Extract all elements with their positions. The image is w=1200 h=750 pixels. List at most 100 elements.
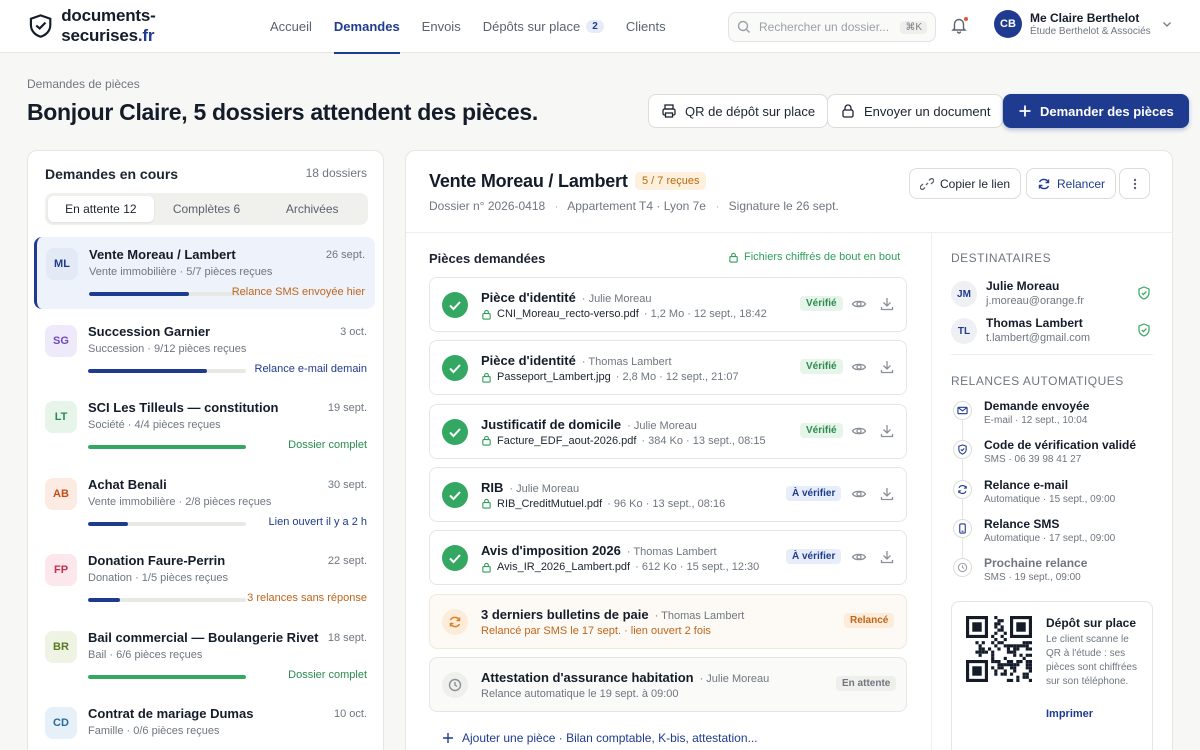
dossier-title: Vente Moreau / Lambert — [429, 171, 628, 191]
piece-file[interactable]: CNI_Moreau_recto-verso.pdf · 1,2 Mo · 12 … — [481, 308, 767, 320]
request-row[interactable]: SG Succession Garnier 3 oct. Succession … — [36, 314, 377, 386]
tab-en-attente[interactable]: En attente 12 — [48, 196, 154, 222]
divider — [951, 354, 1153, 355]
request-title: Succession Garnier — [88, 323, 211, 339]
piece-owner: · Julie Moreau — [581, 293, 652, 305]
request-row[interactable]: FP Donation Faure-Perrin 22 sept. Donati… — [36, 543, 377, 615]
piece-note: Relancé par SMS le 17 sept. · lien ouver… — [481, 624, 711, 637]
notifications-button[interactable] — [950, 16, 970, 36]
request-status: Dossier complet — [288, 668, 367, 681]
user-avatar: CB — [994, 10, 1022, 38]
request-title: Vente Moreau / Lambert — [89, 247, 236, 262]
recipient-avatar: TL — [951, 318, 977, 344]
divider-vertical — [931, 233, 932, 750]
piece-owner: · Julie Moreau — [699, 672, 770, 685]
send-document-button[interactable]: Envoyer un document — [827, 94, 1004, 128]
download-icon[interactable] — [879, 549, 895, 565]
eye-icon[interactable] — [851, 359, 867, 375]
eye-icon[interactable] — [851, 296, 867, 312]
request-row[interactable]: CD Contrat de mariage Dumas 10 oct. Fami… — [36, 696, 377, 750]
check-circle-icon — [442, 481, 468, 508]
breadcrumb: Demandes de pièces — [27, 77, 140, 91]
timeline-event: Relance SMS Automatique · 17 sept., 09:0… — [951, 517, 1151, 557]
piece-owner: · Julie Moreau — [627, 419, 697, 432]
check-circle-icon — [442, 355, 468, 382]
download-icon[interactable] — [879, 486, 895, 502]
recipient[interactable]: TL Thomas Lambert t.lambert@gmail.com — [951, 316, 1151, 354]
eye-icon[interactable] — [851, 423, 867, 439]
piece-file[interactable]: Facture_EDF_aout-2026.pdf · 384 Ko · 13 s… — [481, 435, 766, 447]
piece-name: 3 derniers bulletins de paie · Thomas Lam… — [481, 606, 745, 622]
request-row[interactable]: AB Achat Benali 30 sept. Vente immobiliè… — [36, 467, 377, 539]
more-options-button[interactable] — [1119, 168, 1150, 199]
qr-code-image[interactable] — [966, 616, 1032, 682]
user-firm: Étude Berthelot & Associés — [1030, 26, 1151, 37]
piece-status-badge: Relancé — [844, 612, 895, 628]
top-bar: documents-securises.fr Accueil Demandes … — [0, 0, 1200, 54]
timeline-event: Demande envoyée E-mail · 12 sept., 10:04 — [951, 399, 1151, 439]
progress-fill — [88, 445, 246, 449]
tab-archivees[interactable]: Archivées — [259, 196, 365, 222]
user-menu[interactable]: CB Me Claire Berthelot Étude Berthelot &… — [994, 10, 1173, 38]
request-subtitle: Bail · 6/6 pièces reçues — [88, 648, 203, 661]
piece-name: RIB · Julie Moreau — [481, 479, 580, 495]
request-row[interactable]: LT SCI Les Tilleuls — constitution 19 se… — [36, 390, 377, 462]
refresh-icon — [958, 484, 967, 494]
timeline-event-meta: Automatique · 15 sept., 09:00 — [984, 493, 1116, 505]
piece-item[interactable]: Justificatif de domicile · Julie Moreau F… — [429, 403, 907, 459]
request-date: 18 sept. — [327, 631, 367, 644]
recipient-name: Julie Moreau — [986, 279, 1060, 293]
request-row[interactable]: ML Vente Moreau / Lambert 26 sept. Vente… — [34, 237, 375, 309]
request-date: 30 sept. — [327, 478, 367, 491]
eye-icon[interactable] — [851, 486, 867, 502]
print-link[interactable]: Imprimer — [1046, 708, 1093, 720]
add-piece-link[interactable]: Ajouter une pièce · Bilan comptable, K-b… — [442, 731, 758, 745]
piece-item[interactable]: Attestation d'assurance habitation · Juli… — [429, 656, 907, 712]
tab-completes[interactable]: Complètes 6 — [154, 196, 260, 222]
piece-item[interactable]: Pièce d'identité · Thomas Lambert Passepo… — [429, 340, 907, 396]
nav-envois[interactable]: Envois — [411, 0, 472, 53]
request-pieces-button[interactable]: Demander des pièces — [1003, 94, 1189, 128]
nav-depots[interactable]: Dépôts sur place 2 — [472, 0, 615, 53]
nav-demandes[interactable]: Demandes — [323, 0, 411, 54]
progress-fill — [88, 674, 246, 679]
timeline-dot — [953, 440, 972, 460]
clock-icon — [957, 563, 968, 573]
brand-logo[interactable]: documents-securises.fr — [28, 6, 243, 46]
recipient-email: j.moreau@orange.fr — [986, 295, 1084, 307]
search-input[interactable]: Rechercher un dossier... ⌘K — [728, 12, 936, 42]
progress-bar — [89, 292, 247, 296]
client-avatar: FP — [45, 554, 77, 586]
piece-file[interactable]: RIB_CreditMutuel.pdf · 96 Ko · 13 sept., … — [481, 498, 725, 510]
piece-file[interactable]: Avis_IR_2026_Lambert.pdf · 612 Ko · 15 se… — [481, 561, 759, 573]
piece-file[interactable]: Passeport_Lambert.jpg · 2,8 Mo · 12 sept.… — [481, 371, 739, 383]
download-icon[interactable] — [879, 359, 895, 375]
piece-status-icon — [442, 355, 468, 382]
piece-item[interactable]: Pièce d'identité · Julie Moreau CNI_Morea… — [429, 277, 907, 332]
request-status: Dossier complet — [288, 439, 367, 451]
relaunch-button[interactable]: Relancer — [1026, 168, 1117, 199]
piece-status-icon — [442, 481, 468, 508]
qr-deposit-button[interactable]: QR de dépôt sur place — [648, 94, 829, 128]
progress-bar — [88, 598, 246, 602]
timeline-dot — [953, 401, 972, 420]
mail-icon — [957, 406, 968, 415]
printer-icon — [662, 104, 676, 118]
nav-clients[interactable]: Clients — [615, 0, 677, 53]
dossier-panel: Vente Moreau / Lambert 5 / 7 reçues Doss… — [405, 150, 1173, 750]
shield-check-icon — [1138, 323, 1150, 337]
recipient[interactable]: JM Julie Moreau j.moreau@orange.fr — [951, 279, 1151, 317]
client-avatar: CD — [45, 707, 77, 739]
download-icon[interactable] — [879, 423, 895, 439]
nav-accueil[interactable]: Accueil — [259, 0, 323, 53]
request-date: 3 oct. — [340, 325, 367, 338]
piece-item[interactable]: Avis d'imposition 2026 · Thomas Lambert A… — [429, 530, 907, 586]
copy-link-button[interactable]: Copier le lien — [909, 168, 1022, 199]
encryption-note: Fichiers chiffrés de bout en bout — [728, 251, 900, 263]
piece-item[interactable]: 3 derniers bulletins de paie · Thomas Lam… — [429, 593, 907, 649]
eye-icon[interactable] — [851, 549, 867, 565]
piece-item[interactable]: RIB · Julie Moreau RIB_CreditMutuel.pdf · … — [429, 466, 907, 522]
download-icon[interactable] — [879, 296, 895, 312]
request-row[interactable]: BR Bail commercial — Boulangerie Rivet 1… — [36, 620, 377, 692]
request-subtitle: Vente immobilière · 2/8 pièces reçues — [88, 495, 272, 508]
